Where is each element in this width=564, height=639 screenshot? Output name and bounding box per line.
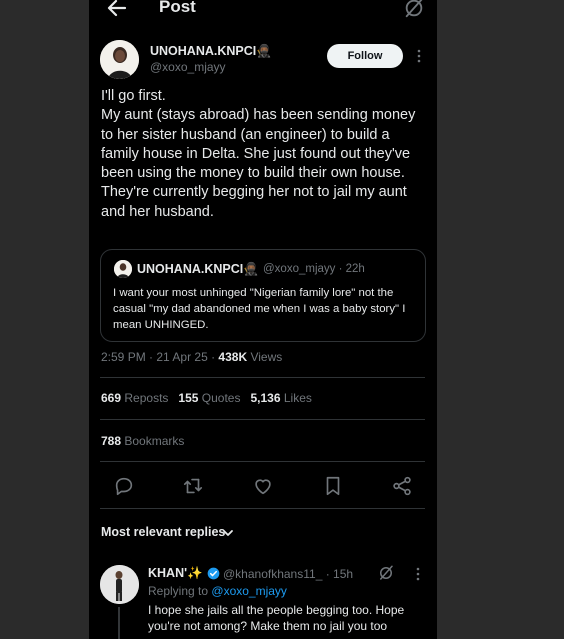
verified-badge-icon: [207, 567, 220, 580]
reply-icon[interactable]: [113, 475, 135, 497]
more-options-icon[interactable]: [416, 49, 422, 63]
quote-text: I want your most unhinged "Nigerian fami…: [113, 287, 406, 331]
share-icon[interactable]: [391, 475, 413, 497]
reply-avatar[interactable]: [100, 565, 139, 604]
header: Post: [89, 0, 437, 22]
reply-author-handle[interactable]: @khanofkhans11_: [223, 567, 322, 581]
reposts-stat[interactable]: 669 Reposts: [101, 391, 168, 405]
divider: [100, 508, 425, 509]
post-panel: Post UNOHANA.KNPCI🥷🏾 @xoxo_mjayy Follow …: [89, 0, 437, 639]
more-options-icon[interactable]: [415, 567, 421, 581]
post-body: I'll go first. My aunt (stays abroad) ha…: [101, 87, 431, 222]
author-handle[interactable]: @xoxo_mjayy: [150, 60, 226, 74]
back-arrow-icon[interactable]: [105, 0, 129, 20]
author-name[interactable]: UNOHANA.KNPCI🥷🏾: [150, 44, 272, 59]
divider: [100, 461, 425, 462]
quote-time: · 22h: [338, 263, 365, 275]
divider: [100, 419, 425, 420]
replying-prefix: Replying to: [148, 584, 209, 598]
replying-to: Replying to @xoxo_mjayy: [148, 584, 287, 598]
post-author: UNOHANA.KNPCI🥷🏾 @xoxo_mjayy Follow: [100, 40, 430, 80]
post-stats: 669 Reposts 155 Quotes 5,136 Likes: [101, 391, 312, 405]
quote-author-meta: @xoxo_mjayy · 22h: [263, 263, 365, 275]
post-date: 21 Apr 25: [156, 350, 208, 364]
reply-text: I hope she jails all the people begging …: [148, 603, 405, 633]
bookmarks-stat[interactable]: 788 Bookmarks: [101, 434, 184, 448]
replies-sort-label[interactable]: Most relevant replies: [101, 525, 225, 539]
reply-post[interactable]: KHAN'✨ @khanofkhans11_ · 15h Replying to…: [89, 560, 437, 639]
quote-avatar: [114, 260, 132, 278]
page-title: Post: [159, 0, 196, 16]
views-label: Views: [250, 350, 283, 364]
like-icon[interactable]: [252, 475, 274, 497]
post-time: 2:59 PM: [101, 350, 146, 364]
divider: [100, 377, 425, 378]
grok-icon[interactable]: [377, 564, 395, 582]
thread-line: [118, 607, 120, 639]
quotes-stat[interactable]: 155 Quotes: [178, 391, 240, 405]
reply-time: · 15h: [325, 567, 354, 581]
grok-icon[interactable]: [403, 0, 425, 20]
follow-button[interactable]: Follow: [327, 44, 403, 68]
quote-author-handle: @xoxo_mjayy: [263, 263, 336, 275]
bookmark-icon[interactable]: [322, 475, 344, 497]
repost-icon[interactable]: [182, 475, 204, 497]
post-body-line: My aunt (stays abroad) has been sending …: [101, 107, 416, 182]
views-count: 438K: [218, 350, 248, 364]
post-body-line: I'll go first.: [101, 88, 166, 104]
quote-author-name: UNOHANA.KNPCI🥷🏾: [137, 262, 259, 276]
avatar[interactable]: [100, 40, 139, 79]
quoted-post[interactable]: UNOHANA.KNPCI🥷🏾 @xoxo_mjayy · 22h I want…: [100, 249, 426, 342]
reply-author-name[interactable]: KHAN'✨: [148, 566, 203, 581]
reply-author-meta: @khanofkhans11_ · 15h: [223, 567, 353, 581]
post-body-line: They're currently begging her not to jai…: [101, 184, 407, 220]
likes-stat[interactable]: 5,136 Likes: [250, 391, 311, 405]
post-meta: 2:59 PM · 21 Apr 25 · 438K Views: [101, 350, 283, 364]
replying-handle[interactable]: @xoxo_mjayy: [211, 584, 287, 598]
chevron-down-icon[interactable]: [222, 527, 234, 539]
